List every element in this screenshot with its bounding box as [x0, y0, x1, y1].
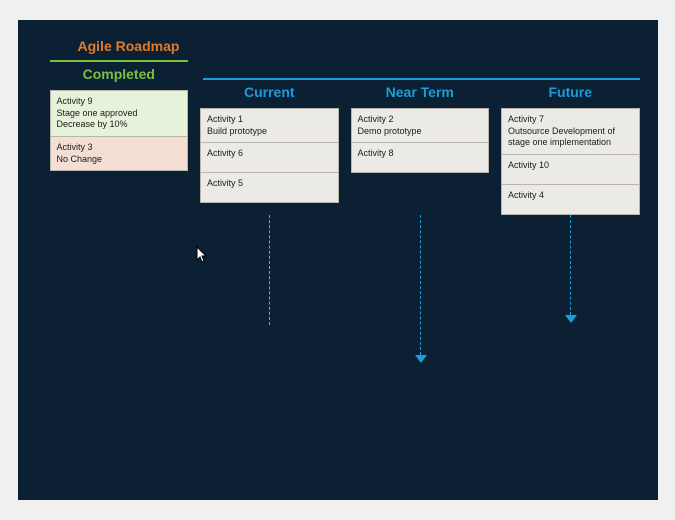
divider-completed	[50, 60, 188, 62]
card-title: Activity 5	[207, 178, 332, 190]
card-future-1[interactable]: Activity 10	[501, 155, 640, 185]
column-header-completed: Completed	[50, 66, 189, 82]
card-title: Activity 2	[358, 114, 483, 126]
card-title: Activity 7	[508, 114, 633, 126]
card-sub: Decrease by 10%	[57, 119, 182, 131]
card-sub: No Change	[57, 154, 182, 166]
card-completed-1[interactable]: Activity 3 No Change	[50, 137, 189, 171]
card-title: Activity 3	[57, 142, 182, 154]
connector-current	[269, 215, 270, 325]
page-title: Agile Roadmap	[78, 38, 640, 54]
card-title: Activity 9	[57, 96, 182, 108]
column-future: Future Activity 7 Outsource Development …	[501, 84, 640, 215]
columns-container: Completed Activity 9 Stage one approved …	[50, 66, 640, 215]
column-header-future: Future	[501, 84, 640, 100]
card-sub: Demo prototype	[358, 126, 483, 138]
card-title: Activity 6	[207, 148, 332, 160]
card-completed-0[interactable]: Activity 9 Stage one approved Decrease b…	[50, 90, 189, 137]
card-title: Activity 8	[358, 148, 483, 160]
card-title: Activity 1	[207, 114, 332, 126]
card-nearterm-1[interactable]: Activity 8	[351, 143, 490, 173]
card-future-2[interactable]: Activity 4	[501, 185, 640, 215]
card-title: Activity 4	[508, 190, 633, 202]
card-current-1[interactable]: Activity 6	[200, 143, 339, 173]
arrowhead-icon	[415, 355, 427, 363]
column-header-current: Current	[200, 84, 339, 100]
card-future-0[interactable]: Activity 7 Outsource Development of stag…	[501, 108, 640, 155]
column-header-nearterm: Near Term	[351, 84, 490, 100]
card-sub: Stage one approved	[57, 108, 182, 120]
card-sub: Outsource Development of stage one imple…	[508, 126, 633, 149]
column-current: Current Activity 1 Build prototype Activ…	[200, 84, 339, 215]
arrowhead-icon	[565, 315, 577, 323]
column-completed: Completed Activity 9 Stage one approved …	[50, 66, 189, 215]
card-current-0[interactable]: Activity 1 Build prototype	[200, 108, 339, 143]
column-nearterm: Near Term Activity 2 Demo prototype Acti…	[351, 84, 490, 215]
connector-nearterm	[420, 215, 421, 355]
card-sub: Build prototype	[207, 126, 332, 138]
roadmap-canvas: Agile Roadmap Completed Activity 9 Stage…	[18, 20, 658, 500]
connector-future	[570, 215, 571, 315]
card-current-2[interactable]: Activity 5	[200, 173, 339, 203]
divider-main	[203, 78, 640, 80]
card-nearterm-0[interactable]: Activity 2 Demo prototype	[351, 108, 490, 143]
card-title: Activity 10	[508, 160, 633, 172]
cursor-icon	[196, 246, 208, 264]
